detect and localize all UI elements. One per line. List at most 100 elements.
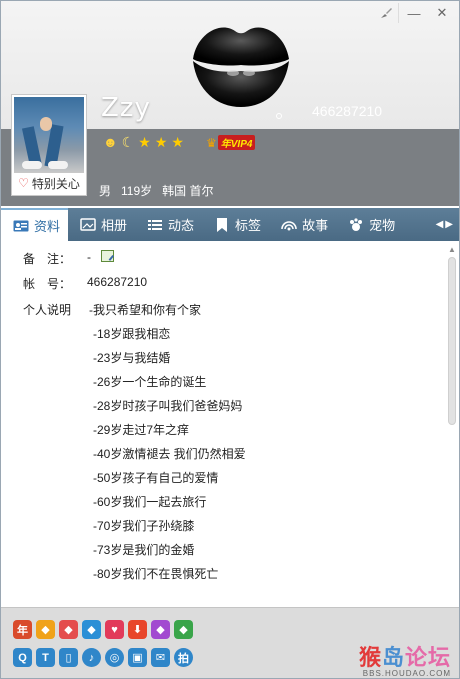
description-line: -18岁跟我相恋 — [93, 327, 171, 341]
sun-icon: ☻ — [103, 134, 118, 150]
badge-row-2: Q T ▯ ♪ ◎ ▣ ✉ 拍 — [13, 648, 193, 667]
gender: 男 — [99, 184, 112, 198]
description-row: 个人说明 — [23, 301, 87, 318]
tab-profile[interactable]: 资料 — [1, 208, 69, 241]
basic-info: 男 119岁 韩国 首尔 — [99, 182, 214, 199]
heart-diamond-icon[interactable]: ♥ — [105, 620, 124, 639]
vip-badge[interactable]: ♛ 年VIP4 — [206, 135, 256, 150]
music-icon[interactable]: ♪ — [82, 648, 101, 667]
crown-icon: ♛ — [206, 135, 217, 150]
avatar-card[interactable]: ♡ 特别关心 — [11, 94, 87, 196]
skin-button[interactable] — [373, 3, 399, 23]
close-button[interactable]: ✕ — [429, 3, 455, 23]
badge-row-1: 年 ◆ ◆ ◆ ♥ ⬇ ◆ ◆ — [13, 620, 193, 639]
phone-icon[interactable]: ▯ — [59, 648, 78, 667]
green-diamond-icon[interactable]: ◆ — [174, 620, 193, 639]
arrow-left-icon[interactable]: ◀ — [436, 219, 444, 230]
vip-label: VIP4 — [230, 139, 253, 150]
site-watermark: 猴岛论坛 BBS.HOUDAO.COM — [359, 640, 451, 678]
pet-icon — [348, 217, 364, 232]
badge-panel: 年 ◆ ◆ ◆ ♥ ⬇ ◆ ◆ Q T ▯ ♪ ◎ ▣ ✉ 拍 猴岛论坛 BBS… — [1, 607, 459, 678]
account-row: 帐 号： 466287210 — [23, 275, 147, 292]
email-icon[interactable]: ✉ — [151, 648, 170, 667]
vertical-scrollbar[interactable]: ▲ — [447, 245, 457, 605]
description-line: -73岁是我们的金婚 — [93, 543, 195, 557]
security-icon[interactable]: T — [36, 648, 55, 667]
minimize-button[interactable]: — — [401, 3, 427, 23]
game-icon[interactable]: ◎ — [105, 648, 124, 667]
down-arrow-icon[interactable]: ⬇ — [128, 620, 147, 639]
red-diamond-icon[interactable]: ◆ — [59, 620, 78, 639]
tab-profile-label: 资料 — [34, 219, 61, 234]
photo-album-icon — [80, 218, 96, 232]
description-line: -28岁时孩子叫我们爸爸妈妈 — [93, 399, 243, 413]
tab-pet[interactable]: 宠物 — [336, 208, 403, 241]
avatar[interactable] — [14, 97, 84, 173]
description-line: -29岁走过7年之痒 — [93, 423, 190, 437]
description-line: -23岁与我结婚 — [93, 351, 171, 365]
remark-row: 备 注： - — [23, 250, 114, 267]
description-line: -我只希望和你有个家 — [89, 303, 201, 317]
lips-cover-image — [193, 27, 289, 107]
edit-remark-icon[interactable] — [101, 250, 114, 262]
bookmark-icon — [214, 217, 230, 232]
qzone-icon[interactable]: Q — [13, 648, 32, 667]
tab-tags[interactable]: 标签 — [202, 208, 269, 241]
blue-diamond-icon[interactable]: ◆ — [82, 620, 101, 639]
tab-story[interactable]: 故事 — [269, 208, 336, 241]
tab-tags-label: 标签 — [235, 218, 262, 233]
weibo-icon[interactable]: 拍 — [174, 648, 193, 667]
photo-icon[interactable]: ▣ — [128, 648, 147, 667]
nickname: Zzy — [101, 93, 151, 123]
vip-prefix: 年 — [220, 139, 231, 150]
account-value: 466287210 — [87, 275, 148, 289]
annual-vip-icon[interactable]: 年 — [13, 620, 32, 639]
remark-label: 备 注： — [23, 252, 72, 266]
special-care-label: 特别关心 — [31, 176, 80, 191]
heart-icon: ♡ — [18, 176, 29, 190]
profile-cover: — ✕ ♡ 特别关心 Zzy 466287210 ☻ ☾ ★ ★ ★ ♛ 年VI… — [1, 1, 459, 206]
scroll-up-icon[interactable]: ▲ — [447, 245, 457, 255]
status-dot-icon — [276, 113, 282, 119]
tab-bar: 资料 相册 动态 标签 故事 宠物 ◀ ▶ — [1, 208, 459, 241]
watermark-part-c: 论坛 — [404, 645, 451, 670]
remark-value: - — [87, 250, 91, 264]
description-line: -40岁激情褪去 我们仍然相爱 — [93, 447, 246, 461]
profile-window: — ✕ ♡ 特别关心 Zzy 466287210 ☻ ☾ ★ ★ ★ ♛ 年VI… — [0, 0, 460, 679]
tab-album[interactable]: 相册 — [68, 208, 135, 241]
profile-details: 备 注： - 帐 号： 466287210 个人说明 -我只希望和你有个家 -1… — [1, 241, 459, 607]
scroll-thumb[interactable] — [448, 257, 456, 425]
watermark-url: BBS.HOUDAO.COM — [362, 669, 451, 678]
tab-pet-label: 宠物 — [369, 218, 396, 233]
arrow-right-icon[interactable]: ▶ — [445, 219, 453, 230]
watermark-part-a: 猴 — [358, 645, 382, 670]
tab-scroll-arrows: ◀ ▶ — [436, 219, 459, 230]
age: 119岁 — [121, 184, 153, 198]
tab-album-label: 相册 — [101, 218, 128, 233]
tab-feed-label: 动态 — [168, 218, 195, 233]
moon-icon: ☾ — [121, 134, 135, 150]
paintbrush-icon — [380, 8, 392, 18]
level-icons[interactable]: ☻ ☾ ★ ★ ★ — [103, 134, 184, 150]
yellow-diamond-icon[interactable]: ◆ — [36, 620, 55, 639]
star-icon: ★ — [154, 134, 168, 150]
description-line: -26岁一个生命的诞生 — [93, 375, 207, 389]
qq-number: 466287210 — [312, 103, 383, 119]
description-line: -50岁孩子有自己的爱情 — [93, 471, 219, 485]
description-line: -70岁我们子孙绕膝 — [93, 519, 195, 533]
star-icon: ★ — [138, 134, 151, 150]
description-line: -80岁我们不在畏惧死亡 — [93, 567, 219, 581]
location: 韩国 首尔 — [162, 184, 214, 198]
watermark-part-b: 岛 — [381, 645, 405, 670]
description-label: 个人说明 — [23, 303, 72, 317]
star-icon: ★ — [171, 134, 184, 150]
account-label: 帐 号： — [23, 277, 72, 291]
feed-list-icon — [147, 218, 163, 232]
special-care-button[interactable]: ♡ 特别关心 — [14, 173, 84, 193]
signal-icon — [281, 218, 297, 232]
description-line: -60岁我们一起去旅行 — [93, 495, 207, 509]
tab-feed[interactable]: 动态 — [135, 208, 202, 241]
purple-diamond-icon[interactable]: ◆ — [151, 620, 170, 639]
profile-card-icon — [13, 219, 29, 233]
window-controls: — ✕ — [373, 3, 455, 23]
